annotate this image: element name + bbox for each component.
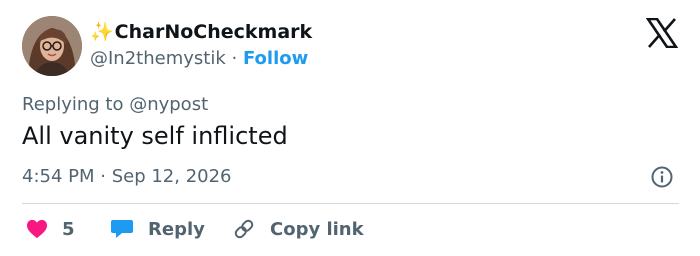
like-button[interactable]: 5 (26, 216, 75, 242)
copy-link-button[interactable]: Copy link (232, 216, 364, 242)
avatar-image (22, 16, 82, 76)
heart-icon (27, 219, 47, 239)
reply-label: Reply (148, 218, 205, 240)
like-count: 5 (62, 218, 75, 240)
divider (22, 203, 679, 204)
link-icon (234, 219, 254, 239)
follow-button[interactable]: Follow (243, 48, 308, 69)
reply-button[interactable]: Reply (110, 216, 205, 242)
separator-dot: · (231, 48, 238, 69)
tweet-timestamp[interactable]: 4:54 PM · Sep 12, 2026 (22, 166, 232, 187)
replying-to: Replying to @nypost (22, 94, 209, 115)
avatar[interactable] (22, 16, 82, 76)
sparkle-icon: ✨ (90, 21, 114, 43)
tweet-text: All vanity self inflicted (22, 122, 288, 150)
user-handle[interactable]: @In2themystik (90, 48, 226, 69)
display-name[interactable]: ✨ CharNoCheckmark (90, 20, 313, 44)
display-name-text: CharNoCheckmark (114, 20, 313, 43)
x-logo-icon[interactable] (646, 18, 678, 48)
copy-link-label: Copy link (270, 218, 364, 240)
chat-bubble-icon (111, 220, 133, 238)
handle-line: @In2themystik · Follow (90, 48, 308, 69)
info-icon[interactable] (651, 166, 673, 188)
